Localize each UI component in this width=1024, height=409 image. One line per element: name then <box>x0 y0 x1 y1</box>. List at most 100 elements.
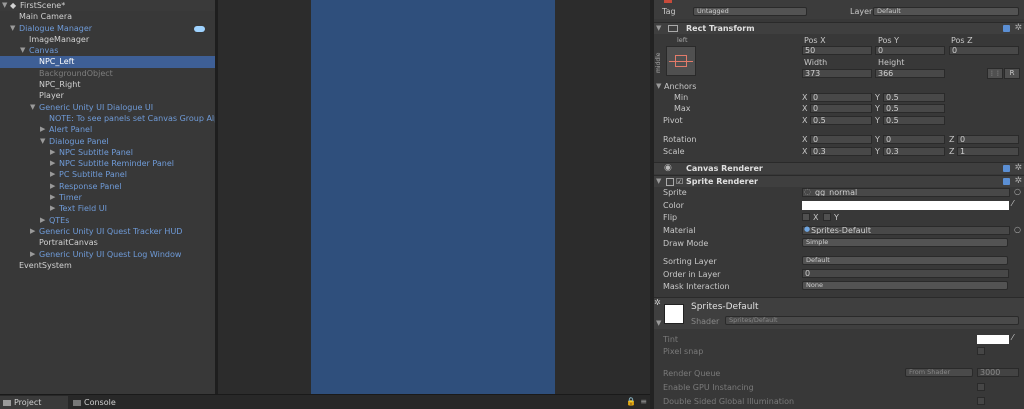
gpu-instancing-checkbox[interactable] <box>977 383 985 391</box>
collapse-arrow-icon[interactable]: ▶ <box>30 249 35 260</box>
layer-dropdown[interactable]: Default <box>873 7 1019 16</box>
expand-arrow-icon[interactable]: ▼ <box>40 136 45 147</box>
expand-arrow-icon[interactable]: ▼ <box>10 23 15 34</box>
collapse-arrow-icon[interactable]: ▶ <box>30 226 35 237</box>
hierarchy-item[interactable]: ▶ Generic Unity UI Quest Tracker HUD <box>0 226 215 237</box>
tab-console[interactable]: Console <box>70 396 140 409</box>
hierarchy-item[interactable]: ▶ NPC Subtitle Reminder Panel <box>0 158 215 169</box>
anchor-min-y-field[interactable]: 0.5 <box>883 93 945 102</box>
posz-field[interactable]: 0 <box>949 46 1019 55</box>
rotation-y-field[interactable]: 0 <box>883 135 945 144</box>
anchor-preset-button[interactable] <box>666 46 696 76</box>
enabled-checkbox[interactable]: ☑ <box>676 177 683 186</box>
rotation-x-field[interactable]: 0 <box>810 135 872 144</box>
flip-y-checkbox[interactable] <box>823 213 831 221</box>
scene-header[interactable]: ▼ ◆ FirstScene* <box>0 0 215 12</box>
hierarchy-item[interactable]: ImageManager <box>0 34 215 45</box>
hierarchy-item[interactable]: ▼ Dialogue Manager <box>0 23 215 34</box>
collapse-arrow-icon[interactable]: ▶ <box>50 158 55 169</box>
hierarchy-item[interactable]: ▶ PC Subtitle Panel <box>0 169 215 180</box>
expand-arrow-icon[interactable]: ▼ <box>656 24 661 32</box>
tab-project[interactable]: Project <box>0 396 68 409</box>
object-picker-icon[interactable]: ○ <box>1014 187 1021 196</box>
hierarchy-item[interactable]: PortraitCanvas <box>0 237 215 248</box>
anchor-max-x-field[interactable]: 0 <box>810 104 872 113</box>
rotation-z-field[interactable]: 0 <box>957 135 1019 144</box>
eyedropper-icon[interactable]: ⁄ <box>1012 199 1013 208</box>
height-field[interactable]: 366 <box>875 69 945 78</box>
scale-z-field[interactable]: 1 <box>957 147 1019 156</box>
render-queue-mode-dropdown[interactable]: From Shader <box>905 368 973 377</box>
blueprint-mode-button[interactable]: ⋮⋮ <box>987 68 1003 79</box>
collapse-arrow-icon[interactable]: ▶ <box>40 124 45 135</box>
hierarchy-item[interactable]: BackgroundObject <box>0 68 215 79</box>
hierarchy-item[interactable]: ▶ QTEs <box>0 215 215 226</box>
hierarchy-item[interactable]: ▶ Text Field UI <box>0 203 215 214</box>
flip-x-checkbox[interactable] <box>802 213 810 221</box>
mask-interaction-dropdown[interactable]: None <box>802 281 1008 290</box>
menu-icon[interactable]: ≡ <box>640 397 647 406</box>
sprite-renderer-header[interactable]: ▼ ☑ Sprite Renderer ✲ <box>654 175 1024 187</box>
expand-arrow-icon[interactable]: ▼ <box>656 177 661 185</box>
draw-mode-dropdown[interactable]: Simple <box>802 238 1008 247</box>
width-field[interactable]: 373 <box>802 69 872 78</box>
gear-icon[interactable]: ✲ <box>1014 176 1022 186</box>
collapse-arrow-icon[interactable]: ▶ <box>50 181 55 192</box>
collapse-arrow-icon[interactable]: ▶ <box>50 203 55 214</box>
expand-arrow-icon[interactable]: ▼ <box>656 319 661 327</box>
pivot-y-field[interactable]: 0.5 <box>883 116 945 125</box>
material-header[interactable]: Sprites-Default Shader Sprites/Default ▼… <box>654 297 1024 329</box>
hierarchy-item[interactable]: ▶ Alert Panel <box>0 124 215 135</box>
gear-icon[interactable]: ✲ <box>654 298 661 307</box>
hierarchy-item[interactable]: ▼ Canvas <box>0 45 215 56</box>
scale-y-field[interactable]: 0.3 <box>883 147 945 156</box>
posx-field[interactable]: 50 <box>802 46 872 55</box>
shader-dropdown[interactable]: Sprites/Default <box>725 316 1019 325</box>
collapse-arrow-icon[interactable]: ▶ <box>50 147 55 158</box>
collapse-arrow-icon[interactable]: ▶ <box>40 215 45 226</box>
help-book-icon[interactable] <box>1003 25 1010 32</box>
help-book-icon[interactable] <box>1003 178 1010 185</box>
expand-arrow-icon[interactable]: ▼ <box>20 45 25 56</box>
tag-dropdown[interactable]: Untagged <box>693 7 807 16</box>
hierarchy-item[interactable]: NPC_Right <box>0 79 215 90</box>
scene-view[interactable] <box>218 0 650 394</box>
npc-left-image[interactable] <box>311 0 555 394</box>
sorting-layer-dropdown[interactable]: Default <box>802 256 1008 265</box>
hierarchy-item[interactable]: NOTE: To see panels set Canvas Group Alp… <box>0 113 215 124</box>
material-field[interactable]: Sprites-Default <box>802 226 1010 235</box>
tint-swatch[interactable] <box>977 335 1009 344</box>
scene-expand-arrow[interactable]: ▼ <box>2 0 7 11</box>
anchor-min-x-field[interactable]: 0 <box>810 93 872 102</box>
hierarchy-item[interactable]: ▶ Generic Unity UI Quest Log Window <box>0 249 215 260</box>
gear-icon[interactable]: ✲ <box>1014 163 1022 173</box>
double-sided-gi-checkbox[interactable] <box>977 397 985 405</box>
render-queue-field[interactable]: 3000 <box>977 368 1019 377</box>
expand-arrow-icon[interactable]: ▼ <box>30 102 35 113</box>
scale-x-field[interactable]: 0.3 <box>810 147 872 156</box>
hierarchy-item[interactable]: ▼ Generic Unity UI Dialogue UI <box>0 102 215 113</box>
lock-icon[interactable]: 🔒 <box>626 397 636 406</box>
hierarchy-item[interactable]: EventSystem <box>0 260 215 271</box>
hierarchy-item[interactable]: ▶ Response Panel <box>0 181 215 192</box>
object-picker-icon[interactable]: ○ <box>1014 225 1021 234</box>
pivot-x-field[interactable]: 0.5 <box>810 116 872 125</box>
collapse-arrow-icon[interactable]: ▶ <box>50 169 55 180</box>
raw-edit-button[interactable]: R <box>1004 68 1020 79</box>
hierarchy-item[interactable]: Player <box>0 90 215 101</box>
pixel-snap-checkbox[interactable] <box>977 347 985 355</box>
canvas-renderer-header[interactable]: ◉ Canvas Renderer ✲ <box>654 162 1024 174</box>
hierarchy-item[interactable]: ▶ NPC Subtitle Panel <box>0 147 215 158</box>
order-in-layer-field[interactable]: 0 <box>802 269 1009 278</box>
color-swatch[interactable] <box>802 201 1009 210</box>
collapse-arrow-icon[interactable]: ▶ <box>50 192 55 203</box>
anchor-max-y-field[interactable]: 0.5 <box>883 104 945 113</box>
anchors-arrow-icon[interactable]: ▼ <box>656 82 661 90</box>
hierarchy-item[interactable]: Main Camera <box>0 11 215 22</box>
help-book-icon[interactable] <box>1003 165 1010 172</box>
posy-field[interactable]: 0 <box>875 46 945 55</box>
hierarchy-item[interactable]: ▶ Timer <box>0 192 215 203</box>
rect-transform-header[interactable]: ▼ Rect Transform ✲ <box>654 22 1024 34</box>
hierarchy-item[interactable]: ▼ Dialogue Panel <box>0 136 215 147</box>
gear-icon[interactable]: ✲ <box>1014 23 1022 33</box>
